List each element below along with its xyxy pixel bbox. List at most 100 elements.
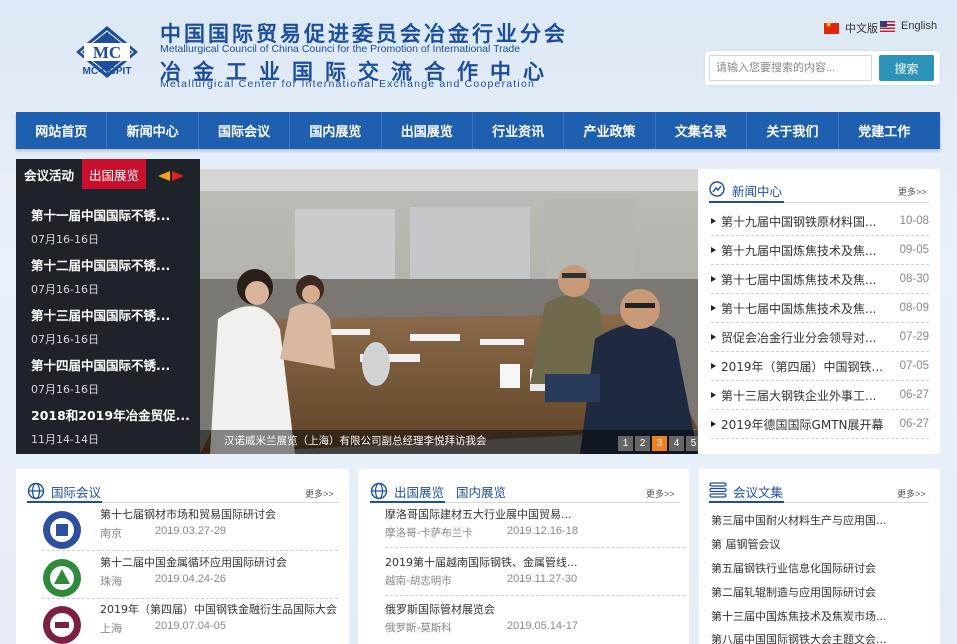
conference-separator [42, 598, 338, 599]
news-item[interactable]: 第十三届大钢铁企业外事工... 06-27 [711, 381, 929, 410]
search-input[interactable] [709, 55, 872, 81]
banner-pager: 1 2 3 4 5 [618, 436, 701, 451]
tab-overseas-exhibition[interactable]: 出国展览 [82, 159, 146, 189]
conference-item-title: 2019年（第四届）中国钢铁金融衍生品国际大会 [100, 603, 337, 616]
nav-item-policy[interactable]: 产业政策 [564, 112, 656, 149]
tab-overseas-exhibition-bottom[interactable]: 出国展览 [394, 482, 444, 501]
news-divider-active [709, 201, 784, 203]
conference-logo-icon [43, 559, 81, 597]
exhibition-item-city: 摩洛哥-卡萨布兰卡 [385, 527, 473, 539]
news-item-date: 10-08 [899, 215, 929, 227]
exhibition-divider-active [370, 501, 445, 503]
exhibition-item-date: 2019.11.27-30 [507, 573, 578, 585]
lang-switch-en[interactable]: English [880, 20, 937, 32]
banner-dot[interactable]: 4 [669, 436, 684, 451]
conference-item-city: 上海 [100, 622, 122, 635]
activity-item-title: 2018和2019年冶金贸促... [31, 408, 190, 423]
news-item-title: 贸促会冶金行业分会领导对... [721, 330, 877, 345]
paper-item[interactable]: 第 届钢管会议 [711, 536, 931, 552]
banner-dot-active[interactable]: 3 [652, 436, 667, 451]
news-item-date: 06-27 [899, 418, 929, 430]
logo-caption: MC-CCPIT [82, 66, 132, 77]
paper-item[interactable]: 第八届中国国际钢铁大会主题文会... [711, 631, 931, 644]
nav-item-party[interactable]: 党建工作 [839, 112, 930, 149]
exhibition-more-link[interactable]: 更多>> [646, 487, 675, 500]
exhibition-item-city: 越南-胡志明市 [385, 575, 452, 587]
news-item-title: 2019年德国国际GMTN展开幕 [721, 417, 884, 432]
news-item-date: 06-27 [899, 389, 929, 401]
conference-item-date: 2019.07.04-05 [155, 620, 226, 632]
conference-item[interactable]: 2019年（第四届）中国钢铁金融衍生品国际大会 上海 2019.07.04-05 [42, 601, 338, 644]
tab-domestic-exhibition-bottom[interactable]: 国内展览 [456, 482, 506, 501]
activity-item-date: 11月14-14日 [31, 433, 99, 446]
activity-item[interactable]: 2018和2019年冶金贸促... 11月14-14日 [31, 405, 191, 447]
exhibition-item-date: 2019.05.14-17 [507, 620, 578, 632]
nav-item-industry-news[interactable]: 行业资讯 [473, 112, 565, 149]
nav-item-conference[interactable]: 国际会议 [199, 112, 291, 149]
conference-item[interactable]: 第十二届中国金属循环应用国际研讨会 珠海 2019.04.24-26 [42, 554, 338, 601]
activity-item[interactable]: 第十二届中国国际不锈... 07月16-16日 [31, 255, 191, 297]
news-item[interactable]: 第十七届中国炼焦技术及焦... 08-09 [711, 294, 929, 323]
papers-title[interactable]: 会议文集 [733, 482, 783, 501]
nav-item-news[interactable]: 新闻中心 [107, 112, 199, 149]
activity-item[interactable]: 第十三届中国国际不锈... 07月16-16日 [31, 305, 191, 347]
arrow-right-icon[interactable] [172, 171, 184, 181]
papers-divider-active [709, 501, 784, 503]
nav-item-home[interactable]: 网站首页 [16, 112, 108, 149]
news-item-title: 第十三届大钢铁企业外事工... [721, 388, 877, 403]
conference-item-title: 第十七届钢材市场和贸易国际研讨会 [100, 508, 276, 521]
news-item-date: 07-29 [899, 331, 929, 343]
news-item[interactable]: 第十九届中国炼焦技术及焦... 09-05 [711, 236, 929, 265]
news-item-date: 08-30 [899, 273, 929, 285]
paper-item[interactable]: 第二届轧辊制造与应用国际研讨会 [711, 584, 931, 600]
conference-logo-icon [43, 511, 81, 549]
news-item[interactable]: 2019年（第四届）中国钢铁... 07-05 [711, 352, 929, 381]
conference-item[interactable]: 第十七届钢材市场和贸易国际研讨会 南京 2019.03.27-29 [42, 506, 338, 553]
news-item[interactable]: 第十七届中国炼焦技术及焦... 08-30 [711, 265, 929, 294]
banner-dot[interactable]: 1 [618, 436, 633, 451]
bullet-triangle-icon [711, 334, 716, 340]
activity-item[interactable]: 第十一届中国国际不锈... 07月16-16日 [31, 205, 191, 247]
bullet-triangle-icon [711, 305, 716, 311]
news-item[interactable]: 第十九届中国钢铁原材料国... 10-08 [711, 207, 929, 236]
conference-item-city: 南京 [100, 527, 122, 540]
paper-item[interactable]: 第十三届中国炼焦技术及焦炭市场... [711, 608, 931, 624]
nav-item-papers[interactable]: 文集名录 [656, 112, 748, 149]
arrow-left-icon[interactable] [158, 171, 170, 181]
news-more-link[interactable]: 更多>> [898, 185, 927, 198]
lang-cn-label: 中文版 [845, 23, 878, 35]
main-nav: 网站首页 新闻中心 国际会议 国内展览 出国展览 行业资讯 产业政策 文集名录 … [16, 112, 940, 149]
exhibition-item[interactable]: 俄罗斯国际管材展览会 俄罗斯-莫斯科 2019.05.14-17 [385, 601, 685, 644]
search-button[interactable]: 搜索 [879, 55, 934, 81]
banner-dot[interactable]: 2 [635, 436, 650, 451]
news-item-date: 09-05 [899, 244, 929, 256]
conference-item-title: 第十二届中国金属循环应用国际研讨会 [100, 556, 287, 569]
banner-photo[interactable] [200, 169, 698, 454]
conference-title[interactable]: 国际会议 [51, 482, 101, 501]
activity-item-date: 07月16-16日 [31, 283, 99, 296]
nav-item-about[interactable]: 关于我们 [747, 112, 839, 149]
bullet-triangle-icon [711, 421, 716, 427]
exhibition-item-title: 2019第十届越南国际钢铁、金属管线... [385, 556, 578, 569]
activity-item[interactable]: 第十四届中国国际不锈... 07月16-16日 [31, 355, 191, 397]
globe-icon [27, 482, 45, 500]
news-section-title[interactable]: 新闻中心 [732, 181, 782, 200]
activity-item-date: 07月16-16日 [31, 233, 99, 246]
tab-meeting-activity[interactable]: 会议活动 [16, 159, 82, 189]
paper-item[interactable]: 第三届中国耐火材料生产与应用国... [711, 512, 931, 528]
news-item[interactable]: 贸促会冶金行业分会领导对... 07-29 [711, 323, 929, 352]
news-item-date: 07-05 [899, 360, 929, 372]
banner-caption[interactable]: 汉诺威米兰展览（上海）有限公司副总经理李悦拜访我会 [224, 433, 487, 448]
conference-divider-active [27, 501, 102, 503]
nav-item-domestic-exhibition[interactable]: 国内展览 [290, 112, 382, 149]
bullet-triangle-icon [711, 276, 716, 282]
news-item-title: 第十七届中国炼焦技术及焦... [721, 301, 877, 316]
conference-item-date: 2019.03.27-29 [155, 525, 226, 537]
conference-more-link[interactable]: 更多>> [305, 487, 334, 500]
papers-more-link[interactable]: 更多>> [897, 487, 926, 500]
news-item[interactable]: 2019年德国国际GMTN展开幕 06-27 [711, 410, 929, 439]
conference-separator [42, 550, 338, 551]
paper-item[interactable]: 第五届钢铁行业信息化国际研讨会 [711, 560, 931, 576]
lang-switch-cn[interactable]: 中文版 [824, 20, 878, 36]
nav-item-overseas-exhibition[interactable]: 出国展览 [382, 112, 473, 149]
